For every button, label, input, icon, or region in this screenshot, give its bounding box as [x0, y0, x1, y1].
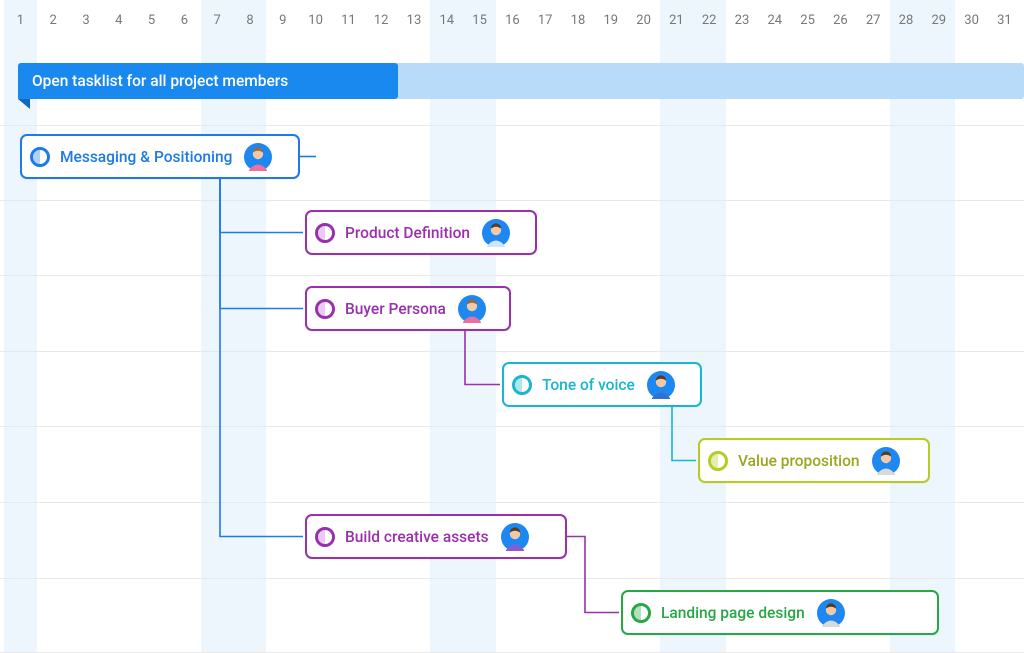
ruler-day: 23: [726, 0, 759, 40]
task-status-icon: [30, 147, 50, 167]
ruler-day: 3: [70, 0, 103, 40]
task-card-t5[interactable]: Value proposition: [698, 438, 930, 483]
row-divider: [0, 502, 1024, 503]
task-status-icon: [315, 299, 335, 319]
ruler-day: 2: [37, 0, 70, 40]
ruler-day: 16: [496, 0, 529, 40]
assignee-avatar[interactable]: [817, 599, 845, 627]
task-status-icon: [315, 223, 335, 243]
timeline-ruler: 1234567891011121314151617181920212223242…: [0, 0, 1024, 40]
gantt-canvas: { "timeline": { "days": [1,2,3,4,5,6,7,8…: [0, 0, 1024, 653]
task-title: Value proposition: [738, 452, 860, 470]
row-divider: [0, 426, 1024, 427]
task-card-t2[interactable]: Product Definition: [305, 210, 537, 255]
ruler-day: 25: [791, 0, 824, 40]
task-title: Buyer Persona: [345, 300, 446, 318]
assignee-avatar[interactable]: [872, 447, 900, 475]
ruler-day: 1: [4, 0, 37, 40]
ruler-day: 12: [365, 0, 398, 40]
task-title: Tone of voice: [542, 376, 635, 394]
assignee-avatar[interactable]: [244, 143, 272, 171]
ruler-day: 22: [693, 0, 726, 40]
ruler-day: 13: [398, 0, 431, 40]
row-divider: [0, 275, 1024, 276]
task-title: Build creative assets: [345, 528, 489, 546]
row-divider: [0, 578, 1024, 579]
ruler-day: 18: [562, 0, 595, 40]
ruler-day: 30: [955, 0, 988, 40]
ruler-day: 21: [660, 0, 693, 40]
tasklist-header-label[interactable]: Open tasklist for all project members: [18, 63, 398, 99]
ruler-day: 8: [234, 0, 267, 40]
task-status-icon: [315, 527, 335, 547]
ruler-day: 27: [857, 0, 890, 40]
ruler-day: 4: [102, 0, 135, 40]
task-card-t4[interactable]: Tone of voice: [502, 362, 702, 407]
ruler-day: 14: [430, 0, 463, 40]
ruler-day: 11: [332, 0, 365, 40]
task-status-icon: [708, 451, 728, 471]
ruler-day: 31: [988, 0, 1021, 40]
task-title: Landing page design: [661, 604, 805, 622]
ruler-day: 15: [463, 0, 496, 40]
ruler-day: 26: [824, 0, 857, 40]
ruler-day: 29: [922, 0, 955, 40]
ruler-day: 7: [201, 0, 234, 40]
ruler-day: 17: [529, 0, 562, 40]
ruler-day: 9: [266, 0, 299, 40]
task-card-t3[interactable]: Buyer Persona: [305, 286, 511, 331]
row-divider: [0, 125, 1024, 126]
tasklist-flag-notch: [18, 99, 30, 109]
ruler-day: 24: [758, 0, 791, 40]
assignee-avatar[interactable]: [501, 523, 529, 551]
assignee-avatar[interactable]: [458, 295, 486, 323]
assignee-avatar[interactable]: [482, 219, 510, 247]
ruler-day: 10: [299, 0, 332, 40]
task-status-icon: [512, 375, 532, 395]
ruler-day: 5: [135, 0, 168, 40]
tasklist-title-text: Open tasklist for all project members: [32, 72, 288, 90]
connector: [567, 537, 619, 613]
ruler-day: 6: [168, 0, 201, 40]
task-title: Product Definition: [345, 224, 470, 242]
assignee-avatar[interactable]: [647, 371, 675, 399]
ruler-day: 28: [890, 0, 923, 40]
ruler-day: 19: [594, 0, 627, 40]
ruler-day: 20: [627, 0, 660, 40]
row-divider: [0, 200, 1024, 201]
task-card-t7[interactable]: Landing page design: [621, 590, 939, 635]
task-card-t1[interactable]: Messaging & Positioning: [20, 134, 300, 179]
task-title: Messaging & Positioning: [60, 148, 232, 166]
task-card-t6[interactable]: Build creative assets: [305, 514, 567, 559]
task-status-icon: [631, 603, 651, 623]
row-divider: [0, 351, 1024, 352]
